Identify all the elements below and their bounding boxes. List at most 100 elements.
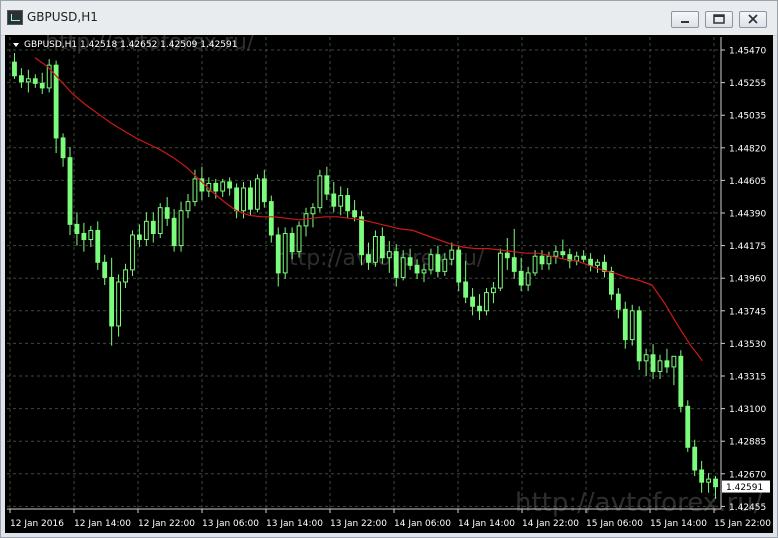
candle-body-bull [220, 181, 226, 192]
candle-body-bear [234, 187, 239, 212]
candle [595, 259, 600, 273]
candle-body-bull [241, 187, 246, 212]
candle-body-bear [407, 257, 413, 266]
candle [39, 72, 45, 94]
candle-body-bear [102, 261, 108, 278]
candle [164, 197, 170, 226]
candle [157, 203, 163, 239]
candle-body-bull [491, 287, 496, 294]
candle-body-bull [143, 220, 149, 241]
candle [636, 306, 642, 370]
candle [46, 59, 52, 93]
candle-body-bull [484, 292, 489, 312]
candle [456, 245, 462, 292]
candle-body-bull [178, 210, 184, 247]
candle [497, 248, 503, 292]
time-tick-label: 13 Jan 14:00 [266, 519, 323, 529]
candle-body-bull [386, 251, 392, 259]
candle-body-bull [706, 478, 711, 483]
candle [171, 209, 177, 252]
candle [553, 245, 559, 264]
time-tick-label: 13 Jan 06:00 [202, 519, 259, 529]
time-tick-label: 15 Jan 06:00 [586, 519, 643, 529]
candle [615, 288, 621, 319]
candle-body-bear [650, 354, 656, 372]
price-tick-label: 1.42885 [729, 438, 766, 448]
candle-body-bull [25, 78, 31, 83]
candle-body-bear [268, 201, 274, 236]
time-tick-label: 13 Jan 22:00 [330, 519, 387, 529]
candle-body-bull [657, 360, 663, 372]
candle-body-bear [560, 251, 566, 256]
candle [95, 221, 101, 270]
candle-body-bear [227, 181, 233, 189]
candle-body-bear [588, 258, 593, 266]
time-tick-label: 12 Jan 2016 [10, 519, 64, 529]
candle-body-bull [595, 261, 600, 266]
candle-body-bear [615, 293, 621, 310]
chart-canvas[interactable]: http://avtoforex.ru/http://avtoforex.ru/… [5, 35, 773, 533]
candle [657, 354, 663, 380]
candle [588, 253, 593, 272]
price-tick-label: 1.43100 [729, 405, 766, 415]
candle-body-bear [345, 195, 351, 212]
candle [255, 174, 260, 213]
price-tick-label: 1.44605 [729, 177, 766, 187]
candle-body-bull [130, 234, 135, 271]
candle [74, 212, 80, 246]
chart-window: GBPUSD,H1 http://avtoforex.ru/http://avt… [0, 0, 778, 538]
candle-body-bear [477, 305, 482, 312]
candle-body-bear [379, 236, 385, 259]
candle-body-bull [400, 257, 406, 278]
candle [185, 194, 191, 219]
candle [123, 263, 128, 289]
symbol-ohlc-label: GBPUSD,H1 1.42518 1.42652 1.42509 1.4259… [24, 40, 237, 50]
price-axis: 1.45470 1.45255 1.45035 1.44820 1.44605 1.443… [721, 47, 766, 513]
candle [581, 250, 587, 263]
candle [685, 400, 691, 452]
candle [629, 304, 635, 346]
candle [622, 301, 628, 349]
candle [143, 212, 149, 246]
minimize-button[interactable] [671, 11, 699, 28]
candle-body-bear [678, 355, 684, 407]
candle-body-bear [581, 255, 587, 260]
candle [643, 348, 649, 376]
candle [88, 225, 94, 248]
candle-body-bear [393, 251, 399, 278]
candle-body-bear [81, 232, 87, 241]
price-tick-label: 1.44175 [729, 242, 766, 252]
candle-body-bear [699, 469, 705, 483]
candle-body-bear [32, 78, 38, 84]
close-button[interactable] [739, 11, 767, 28]
candle-body-bear [713, 478, 718, 488]
candle [532, 250, 538, 276]
candle [324, 166, 330, 201]
minimize-icon [681, 21, 689, 23]
candle [248, 180, 253, 216]
maximize-button[interactable] [705, 11, 733, 28]
time-tick-label: 15 Jan 14:00 [650, 519, 707, 529]
candle-body-bear [39, 82, 45, 89]
candle [692, 439, 698, 477]
candle [102, 254, 108, 286]
dropdown-triangle-icon[interactable] [13, 43, 19, 47]
candle-body-bear [12, 61, 17, 77]
candle-body-bear [456, 249, 462, 283]
candle [275, 227, 281, 287]
title-bar[interactable]: GBPUSD,H1 [1, 1, 777, 36]
chart-window-icon [7, 10, 23, 25]
price-tick-label: 1.43315 [729, 373, 766, 383]
candle [25, 69, 31, 93]
candle [220, 178, 226, 198]
candle [109, 257, 115, 346]
current-price-label: 1.42591 [726, 483, 763, 493]
candle [491, 281, 496, 304]
candle [477, 294, 482, 320]
price-tick-label: 1.45470 [729, 47, 766, 57]
candle-body-bear [248, 187, 253, 210]
candle [546, 251, 552, 270]
candle-body-bull [629, 310, 635, 341]
candle [671, 355, 677, 386]
price-tick-label: 1.42670 [729, 470, 766, 480]
